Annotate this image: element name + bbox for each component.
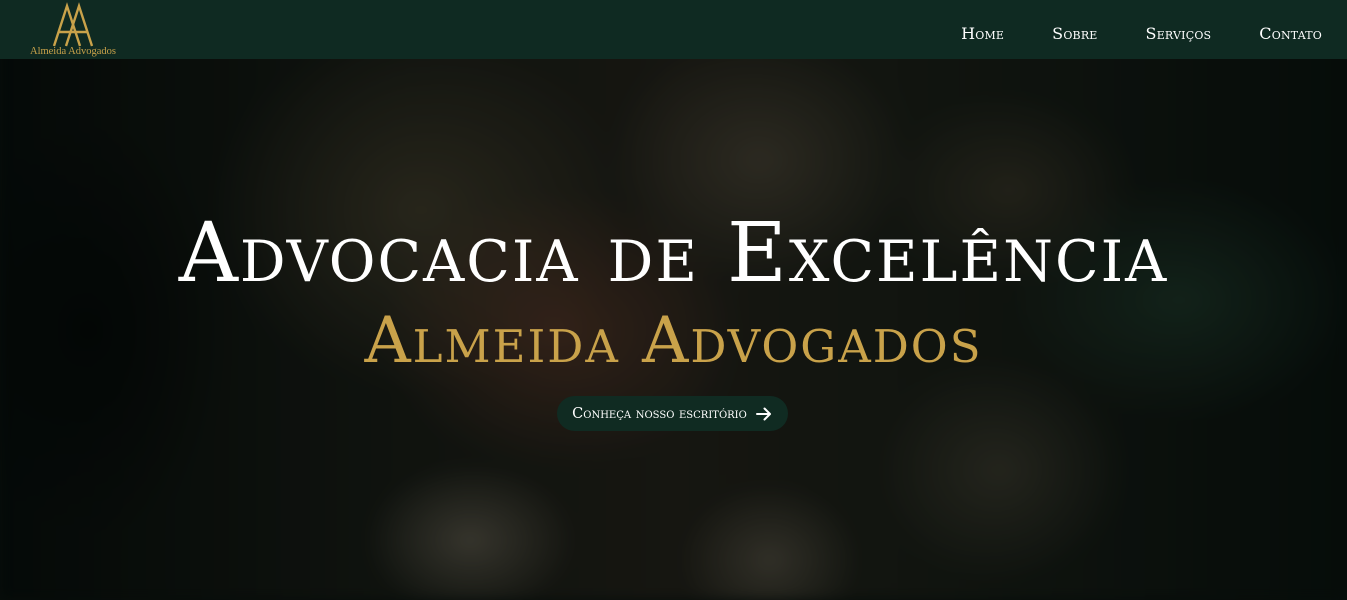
hero-section: Advocacia de Excelência Almeida Advogado… (0, 0, 1347, 600)
arrow-right-icon (755, 405, 773, 423)
hero-title: Advocacia de Excelência (178, 206, 1169, 301)
main-navigation: Home Sobre Serviços Contato (961, 24, 1322, 44)
navbar: Almeida Advogados Home Sobre Serviços Co… (0, 0, 1347, 59)
logo[interactable]: Almeida Advogados (28, 0, 118, 59)
nav-item-servicos[interactable]: Serviços (1146, 24, 1212, 44)
nav-item-home[interactable]: Home (961, 24, 1004, 44)
logo-text: Almeida Advogados (29, 46, 117, 57)
page: Almeida Advogados Home Sobre Serviços Co… (0, 0, 1347, 600)
cta-button[interactable]: Conheça nosso escritório (557, 396, 788, 431)
nav-item-sobre[interactable]: Sobre (1052, 24, 1097, 44)
hero-subtitle: Almeida Advogados (364, 304, 983, 378)
aa-monogram-icon (52, 2, 94, 47)
cta-label: Conheça nosso escritório (572, 405, 747, 422)
nav-item-contato[interactable]: Contato (1259, 24, 1322, 44)
